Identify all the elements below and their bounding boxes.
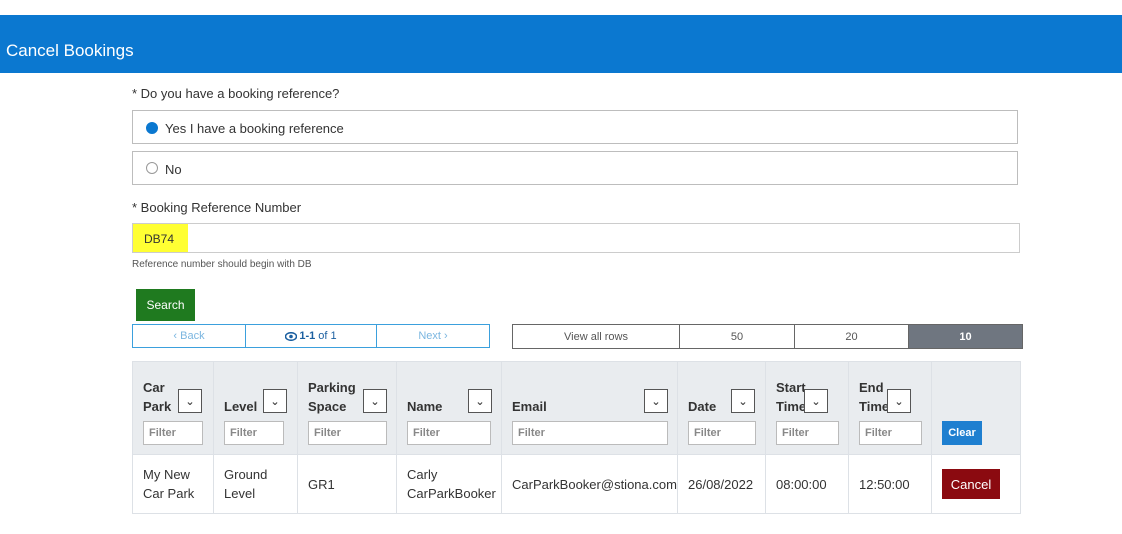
cell-level: Ground Level: [213, 454, 298, 514]
rows-option-50[interactable]: 50: [680, 325, 795, 348]
cell-name: Carly CarParkBooker: [396, 454, 502, 514]
search-button[interactable]: Search: [136, 289, 195, 321]
filter-input[interactable]: Filter: [776, 421, 839, 445]
page-range: 1-1: [299, 330, 316, 342]
chevron-down-icon[interactable]: ⌄: [804, 389, 828, 413]
column-header-start-time: Start Time ⌄ Filter: [765, 361, 849, 455]
pagination: ‹ Back 1-1 of 1 Next ›: [132, 324, 490, 348]
column-header-actions: Clear: [931, 361, 1021, 455]
chevron-down-icon[interactable]: ⌄: [178, 389, 202, 413]
column-header-end-time: End Time ⌄ Filter: [848, 361, 932, 455]
filter-input[interactable]: Filter: [224, 421, 284, 445]
booking-reference-value: DB74: [144, 232, 175, 246]
column-header-parking-space: Parking Space ⌄ Filter: [297, 361, 397, 455]
page-indicator: 1-1 of 1: [246, 325, 377, 347]
radio-option-no[interactable]: No: [132, 151, 1018, 185]
cell-start-time: 08:00:00: [765, 454, 849, 514]
radio-option-no-label: No: [165, 162, 182, 177]
back-button[interactable]: ‹ Back: [133, 325, 246, 347]
cell-date: 26/08/2022: [677, 454, 766, 514]
column-label: Email: [512, 399, 547, 414]
chevron-down-icon[interactable]: ⌄: [644, 389, 668, 413]
column-header-email: Email ⌄ Filter: [501, 361, 678, 455]
chevron-down-icon[interactable]: ⌄: [363, 389, 387, 413]
booking-reference-input[interactable]: DB74: [132, 223, 1020, 253]
column-label: Name: [407, 399, 443, 414]
column-label: Date: [688, 399, 717, 414]
rows-option-20[interactable]: 20: [795, 325, 909, 348]
radio-button-icon[interactable]: [146, 162, 158, 174]
filter-input[interactable]: Filter: [143, 421, 203, 445]
cell-car-park: My New Car Park: [132, 454, 214, 514]
page-header: Cancel Bookings: [0, 15, 1122, 73]
chevron-down-icon[interactable]: ⌄: [263, 389, 287, 413]
column-header-car-park: Car Park ⌄ Filter: [132, 361, 214, 455]
chevron-down-icon[interactable]: ⌄: [468, 389, 492, 413]
page-title: Cancel Bookings: [6, 41, 134, 60]
column-header-name: Name ⌄ Filter: [396, 361, 502, 455]
chevron-down-icon[interactable]: ⌄: [731, 389, 755, 413]
cancel-booking-button[interactable]: Cancel: [942, 469, 1000, 499]
filter-input[interactable]: Filter: [859, 421, 922, 445]
column-header-level: Level ⌄ Filter: [213, 361, 298, 455]
radio-button-selected-icon[interactable]: [146, 122, 158, 134]
rows-option-all[interactable]: View all rows: [513, 325, 680, 348]
booking-reference-label: * Booking Reference Number: [132, 200, 302, 215]
page-total: of 1: [318, 330, 337, 342]
filter-input[interactable]: Filter: [308, 421, 387, 445]
filter-input[interactable]: Filter: [512, 421, 668, 445]
column-label: Parking Space: [308, 380, 356, 414]
column-label: Car Park: [143, 380, 172, 414]
filter-input[interactable]: Filter: [407, 421, 491, 445]
cell-end-time: 12:50:00: [848, 454, 932, 514]
booking-reference-question: * Do you have a booking reference?: [132, 86, 340, 101]
clear-filters-button[interactable]: Clear: [942, 421, 982, 445]
cell-email: CarParkBooker@stiona.com: [501, 454, 678, 514]
radio-option-yes-label: Yes I have a booking reference: [165, 121, 344, 136]
table-row: My New Car Park Ground Level GR1 Carly C…: [132, 454, 1021, 514]
table-header-row: Car Park ⌄ Filter Level ⌄ Filter Parking…: [132, 361, 1021, 455]
bookings-table: Car Park ⌄ Filter Level ⌄ Filter Parking…: [132, 361, 1021, 514]
cell-parking-space: GR1: [297, 454, 397, 514]
rows-per-page-selector: View all rows 50 20 10: [512, 324, 1023, 349]
eye-icon: [285, 331, 298, 341]
booking-reference-hint: Reference number should begin with DB: [132, 259, 312, 270]
radio-option-yes[interactable]: Yes I have a booking reference: [132, 110, 1018, 144]
column-label: Level: [224, 399, 258, 414]
cell-action: Cancel: [931, 454, 1021, 514]
rows-option-10[interactable]: 10: [909, 325, 1022, 348]
chevron-down-icon[interactable]: ⌄: [887, 389, 911, 413]
column-header-date: Date ⌄ Filter: [677, 361, 766, 455]
next-button[interactable]: Next ›: [377, 325, 489, 347]
filter-input[interactable]: Filter: [688, 421, 756, 445]
